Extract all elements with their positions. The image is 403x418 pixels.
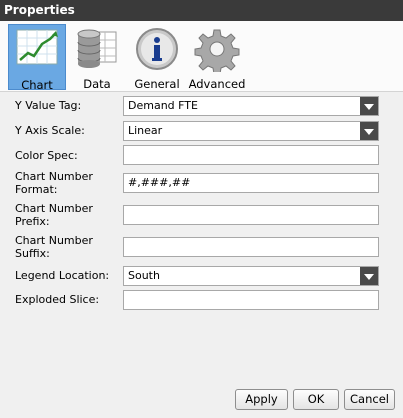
tab-toolbar: Chart Data General Advanced xyxy=(0,21,403,92)
color-spec-field[interactable] xyxy=(123,145,379,165)
tab-data[interactable]: Data xyxy=(68,24,126,91)
y-value-tag-select[interactable]: Demand FTE xyxy=(123,96,379,116)
database-icon xyxy=(77,29,117,68)
chart-number-prefix-label: Chart Number Prefix: xyxy=(15,202,93,228)
y-value-tag-label: Y Value Tag: xyxy=(15,99,82,112)
window-title: Properties xyxy=(0,0,403,21)
tab-advanced[interactable]: Advanced xyxy=(188,24,246,91)
chevron-down-icon[interactable] xyxy=(360,267,378,285)
tab-chart[interactable]: Chart xyxy=(8,24,66,92)
chart-number-suffix-field[interactable] xyxy=(123,237,379,257)
y-value-tag-value: Demand FTE xyxy=(128,99,198,112)
chart-number-prefix-field[interactable] xyxy=(123,205,379,225)
chart-number-suffix-label: Chart Number Suffix: xyxy=(15,234,93,260)
chart-icon xyxy=(16,29,58,65)
legend-location-select[interactable]: South xyxy=(123,266,379,286)
tab-chart-label: Chart xyxy=(21,78,53,92)
gear-icon xyxy=(194,29,240,72)
tab-general-label: General xyxy=(134,77,180,91)
legend-location-label: Legend Location: xyxy=(15,269,110,282)
chart-number-format-field[interactable]: #,###,## xyxy=(123,173,379,193)
color-spec-label: Color Spec: xyxy=(15,149,78,162)
apply-button[interactable]: Apply xyxy=(235,389,288,410)
exploded-slice-field[interactable] xyxy=(123,290,379,310)
exploded-slice-label: Exploded Slice: xyxy=(15,293,100,306)
chevron-down-icon[interactable] xyxy=(360,122,378,140)
tab-general[interactable]: General xyxy=(128,24,186,91)
info-icon xyxy=(136,28,178,70)
y-axis-scale-select[interactable]: Linear xyxy=(123,121,379,141)
tab-data-label: Data xyxy=(83,77,111,91)
legend-location-value: South xyxy=(128,269,160,282)
chart-number-format-label: Chart Number Format: xyxy=(15,170,93,196)
ok-button[interactable]: OK xyxy=(293,389,339,410)
y-axis-scale-label: Y Axis Scale: xyxy=(15,124,85,137)
chevron-down-icon[interactable] xyxy=(360,97,378,115)
y-axis-scale-value: Linear xyxy=(128,124,163,137)
tab-advanced-label: Advanced xyxy=(188,77,246,91)
cancel-button[interactable]: Cancel xyxy=(344,389,395,410)
